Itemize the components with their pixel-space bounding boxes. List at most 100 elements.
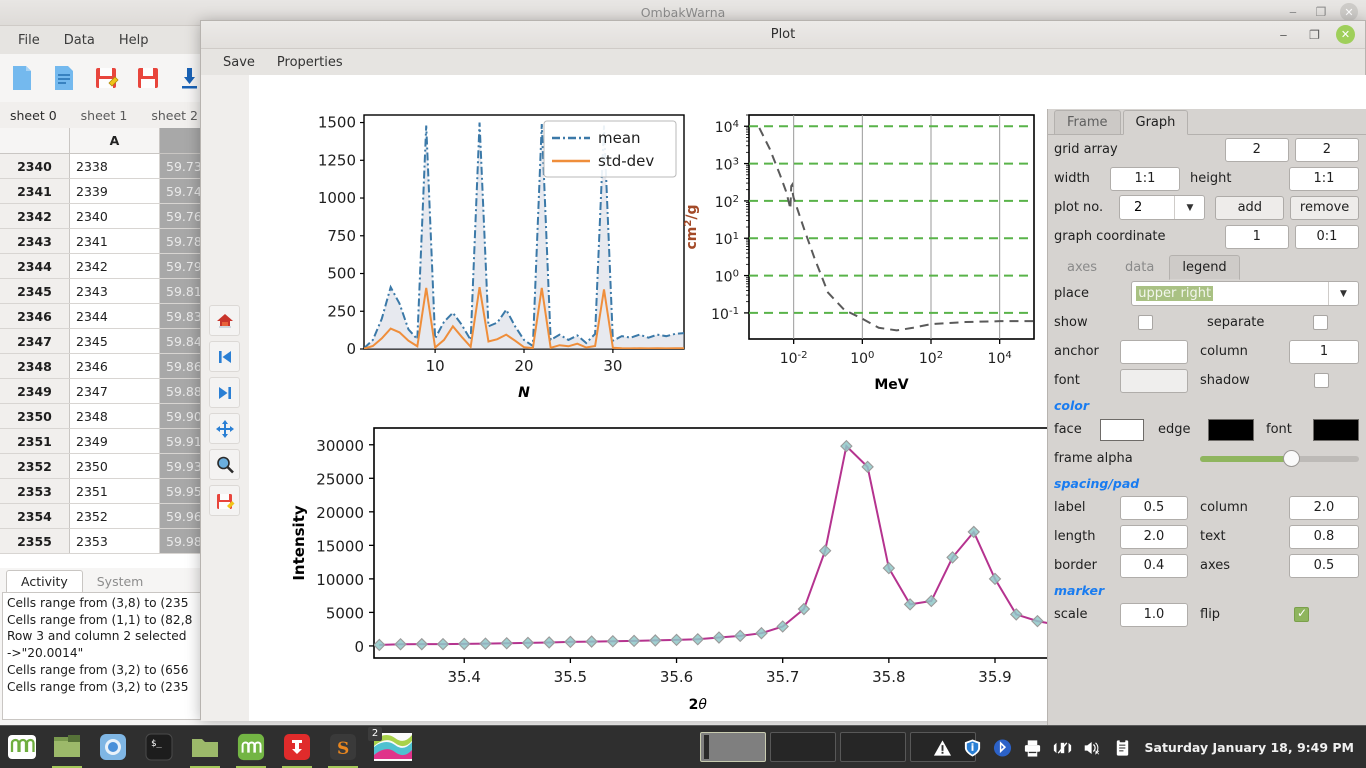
column-header-a[interactable]: A <box>70 128 160 153</box>
row-header[interactable]: 2352 <box>0 454 70 478</box>
warning-icon[interactable] <box>933 738 952 757</box>
grid-array-rows-field[interactable]: 2 <box>1224 137 1289 162</box>
row-header[interactable]: 2340 <box>0 154 70 178</box>
grid-corner[interactable] <box>0 128 70 153</box>
save-icon[interactable] <box>134 63 162 93</box>
row-header[interactable]: 2355 <box>0 529 70 553</box>
frame-alpha-slider[interactable] <box>1200 449 1359 467</box>
text-pad-field[interactable]: 0.8 <box>1289 524 1359 549</box>
window-item[interactable] <box>840 732 906 762</box>
sheet-tab-0[interactable]: sheet 0 <box>10 108 57 123</box>
cell-a[interactable]: 2341 <box>70 229 160 253</box>
clock[interactable]: Saturday January 18, 9:49 PM <box>1145 740 1355 755</box>
cell-a[interactable]: 2345 <box>70 329 160 353</box>
scale-field[interactable]: 1.0 <box>1120 602 1188 627</box>
menu-save[interactable]: Save <box>215 53 263 72</box>
width-field[interactable]: 1:1 <box>1110 166 1180 191</box>
sheet-tab-2[interactable]: sheet 2 <box>151 108 198 123</box>
minimize-icon[interactable]: ‒ <box>1274 25 1293 44</box>
close-icon[interactable]: ✕ <box>1336 25 1355 44</box>
row-header[interactable]: 2346 <box>0 304 70 328</box>
maximize-icon[interactable]: ❐ <box>1305 25 1324 44</box>
chevron-down-icon[interactable]: ▼ <box>1174 196 1204 219</box>
menu-help[interactable]: Help <box>109 30 159 51</box>
row-header[interactable]: 2344 <box>0 254 70 278</box>
save-figure-icon[interactable] <box>209 485 240 516</box>
plot-bottom[interactable]: 0 5000 10000 15000 20000 25000 30000 35.4 35.5 35… <box>274 423 1104 713</box>
cell-a[interactable]: 2344 <box>70 304 160 328</box>
row-header[interactable]: 2350 <box>0 404 70 428</box>
cell-a[interactable]: 2347 <box>70 379 160 403</box>
zoom-icon[interactable] <box>209 449 240 480</box>
tab-graph[interactable]: Graph <box>1122 110 1189 135</box>
clipboard-icon[interactable] <box>1113 738 1132 757</box>
grid-array-cols-field[interactable]: 2 <box>1294 137 1359 162</box>
column-pad-field[interactable]: 2.0 <box>1289 495 1359 520</box>
save-as-icon[interactable] <box>92 63 120 93</box>
mint-menu-icon[interactable] <box>0 726 44 768</box>
close-icon[interactable]: ✕ <box>1340 3 1358 21</box>
plot-top-left[interactable]: 0 250 500 750 1000 1250 1500 10 20 30 Nmean std-dev <box>294 107 694 412</box>
anchor-field[interactable] <box>1120 339 1188 364</box>
remove-button[interactable]: remove <box>1290 195 1359 220</box>
place-combo[interactable]: upper right ▼ <box>1131 281 1359 306</box>
row-header[interactable]: 2354 <box>0 504 70 528</box>
edge-color-swatch[interactable] <box>1208 418 1254 441</box>
home-icon[interactable] <box>209 305 240 336</box>
row-header[interactable]: 2343 <box>0 229 70 253</box>
transmission-icon[interactable] <box>274 726 320 768</box>
axes-pad-field[interactable]: 0.5 <box>1289 553 1359 578</box>
separate-checkbox[interactable] <box>1313 315 1328 330</box>
volume-mute-icon[interactable]: ✕ <box>1083 738 1102 757</box>
menu-data[interactable]: Data <box>54 30 105 51</box>
menu-properties[interactable]: Properties <box>269 53 351 72</box>
border-pad-field[interactable]: 0.4 <box>1120 553 1188 578</box>
font-field[interactable] <box>1120 368 1188 393</box>
sheet-tab-1[interactable]: sheet 1 <box>81 108 128 123</box>
cell-a[interactable]: 2350 <box>70 454 160 478</box>
row-header[interactable]: 2341 <box>0 179 70 203</box>
cell-a[interactable]: 2338 <box>70 154 160 178</box>
tab-frame[interactable]: Frame <box>1054 110 1121 134</box>
files-icon[interactable] <box>182 726 228 768</box>
menu-file[interactable]: File <box>8 30 50 51</box>
tab-system[interactable]: System <box>83 571 158 592</box>
row-header[interactable]: 2342 <box>0 204 70 228</box>
cell-a[interactable]: 2343 <box>70 279 160 303</box>
chevron-down-icon[interactable]: ▼ <box>1328 282 1358 305</box>
column-anchor-field[interactable]: 1 <box>1289 339 1359 364</box>
tab-activity[interactable]: Activity <box>6 570 83 592</box>
show-checkbox[interactable] <box>1138 315 1153 330</box>
plot-no-combo[interactable]: 2 ▼ <box>1118 195 1206 220</box>
bluetooth-icon[interactable] <box>993 738 1012 757</box>
font-color-swatch[interactable] <box>1313 418 1359 441</box>
row-header[interactable]: 2351 <box>0 429 70 453</box>
tab-axes[interactable]: axes <box>1054 255 1110 279</box>
flip-checkbox[interactable] <box>1294 606 1309 622</box>
shield-icon[interactable] <box>963 738 982 757</box>
cell-a[interactable]: 2339 <box>70 179 160 203</box>
forward-icon[interactable] <box>209 377 240 408</box>
plot-titlebar[interactable]: Plot ‒ ❐ ✕ <box>201 21 1365 49</box>
row-header[interactable]: 2353 <box>0 479 70 503</box>
row-header[interactable]: 2348 <box>0 354 70 378</box>
window-list-icon[interactable] <box>44 726 90 768</box>
graph-coordinate-field-2[interactable]: 0:1 <box>1294 224 1359 249</box>
cell-a[interactable]: 2353 <box>70 529 160 553</box>
cell-a[interactable]: 2342 <box>70 254 160 278</box>
row-header[interactable]: 2347 <box>0 329 70 353</box>
printer-icon[interactable] <box>1023 738 1042 757</box>
chromium-icon[interactable] <box>90 726 136 768</box>
cell-a[interactable]: 2340 <box>70 204 160 228</box>
height-field[interactable]: 1:1 <box>1289 166 1359 191</box>
new-file-icon[interactable] <box>8 63 36 93</box>
frame-alpha-knob[interactable] <box>1282 449 1300 467</box>
row-header[interactable]: 2349 <box>0 379 70 403</box>
row-header[interactable]: 2345 <box>0 279 70 303</box>
face-color-swatch[interactable] <box>1100 418 1144 441</box>
cell-a[interactable]: 2349 <box>70 429 160 453</box>
add-button[interactable]: add <box>1215 195 1285 220</box>
tab-data[interactable]: data <box>1112 255 1167 279</box>
mint-app-icon[interactable] <box>228 726 274 768</box>
graph-coordinate-field-1[interactable]: 1 <box>1224 224 1289 249</box>
